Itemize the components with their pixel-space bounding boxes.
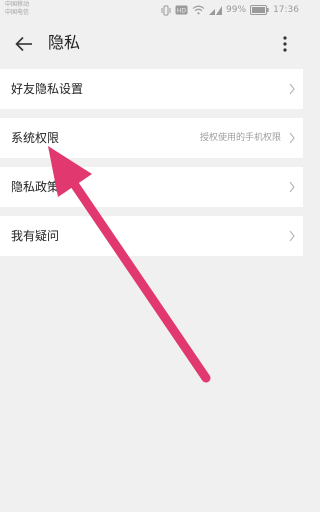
settings-item-hint: 授权使用的手机权限 — [199, 133, 281, 143]
svg-text:HD: HD — [177, 7, 187, 14]
settings-item-label: 隐私政策 — [11, 180, 60, 194]
settings-item-privacy-policy[interactable]: 隐私政策 — [0, 167, 303, 207]
carrier-2: 中国电信 — [5, 9, 30, 16]
vibrate-icon — [161, 5, 171, 15]
settings-item-system-permissions[interactable]: 系统权限 授权使用的手机权限 — [0, 118, 303, 158]
hd-icon: HD — [175, 5, 188, 15]
battery-percent: 99% — [226, 5, 247, 15]
clock: 17:36 — [273, 5, 299, 15]
settings-item-label: 好友隐私设置 — [11, 82, 84, 96]
back-button[interactable] — [10, 30, 38, 58]
more-options-button[interactable] — [273, 30, 297, 58]
signal-icon — [209, 6, 223, 15]
chevron-right-icon — [289, 230, 295, 242]
chevron-right-icon — [289, 132, 295, 144]
more-vert-icon — [283, 36, 287, 52]
chevron-right-icon — [289, 83, 295, 95]
chevron-right-icon — [289, 181, 295, 193]
arrow-left-icon — [15, 36, 32, 52]
app-bar: 隐私 — [0, 20, 303, 68]
settings-item-label: 我有疑问 — [11, 229, 60, 243]
battery-icon — [250, 5, 269, 15]
settings-item-friend-privacy[interactable]: 好友隐私设置 — [0, 69, 303, 109]
status-icons: HD 99% 17:36 — [161, 3, 299, 17]
page-title: 隐私 — [48, 33, 81, 52]
settings-item-label: 系统权限 — [11, 131, 60, 145]
settings-item-questions[interactable]: 我有疑问 — [0, 216, 303, 256]
carrier-info: 中国移动 中国电信 — [5, 1, 29, 17]
status-bar: 中国移动 中国电信 HD 99% 17:36 — [0, 0, 303, 20]
carrier-1: 中国移动 — [5, 1, 30, 8]
wifi-icon — [192, 5, 205, 15]
